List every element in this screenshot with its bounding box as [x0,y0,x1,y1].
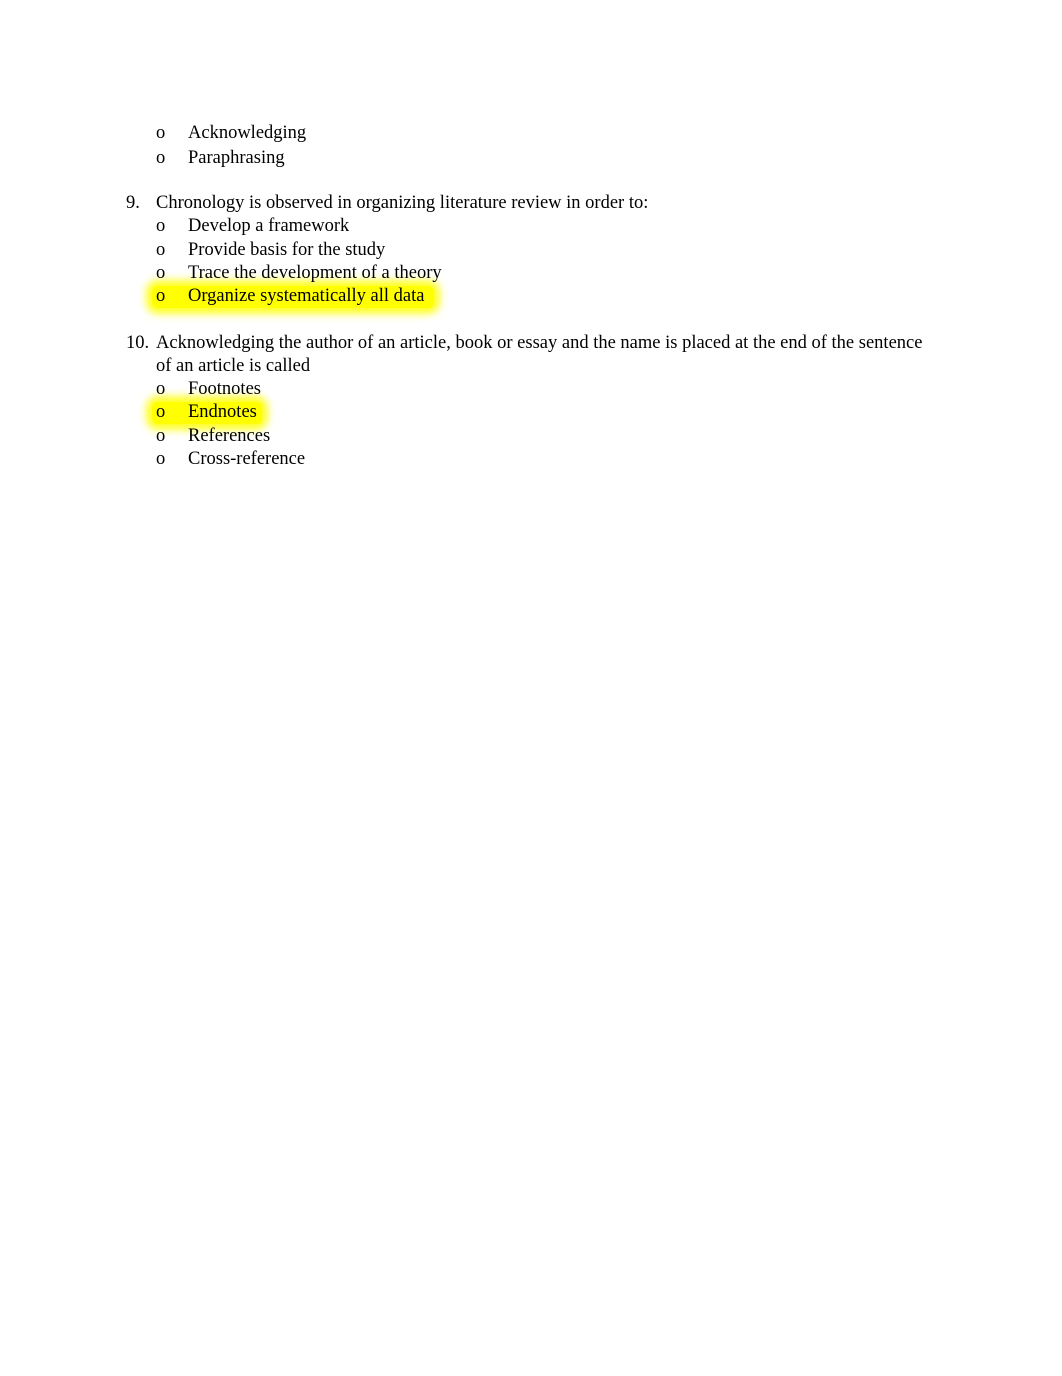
option-text: Develop a framework [188,216,350,236]
option-text: Acknowledging [188,123,307,143]
bullet-marker: o [156,449,166,469]
option-text: Footnotes [188,379,261,399]
option-text: Organize systematically all data [188,286,425,306]
bullet-marker: o [156,263,166,283]
bullet-marker: o [156,240,166,260]
question-number: 9. [126,193,140,213]
option-text: Cross-reference [188,449,306,469]
question-text: Chronology is observed in organizing lit… [156,193,649,213]
bullet-marker: o [156,123,166,143]
bullet-marker: o [156,379,166,399]
bullet-marker: o [156,426,166,446]
option-text: Provide basis for the study [188,240,386,260]
option-text: References [188,426,271,446]
option-text: Paraphrasing [188,148,285,168]
bullet-marker: o [156,402,166,422]
question-text: Acknowledging the author of an article, … [156,333,923,353]
option-text: Endnotes [188,402,257,422]
bullet-marker: o [156,148,166,168]
bullet-marker: o [156,216,166,236]
option-text: Trace the development of a theory [188,263,442,283]
bullet-marker: o [156,286,166,306]
question-text: of an article is called [156,356,311,376]
question-number: 10. [126,333,150,353]
